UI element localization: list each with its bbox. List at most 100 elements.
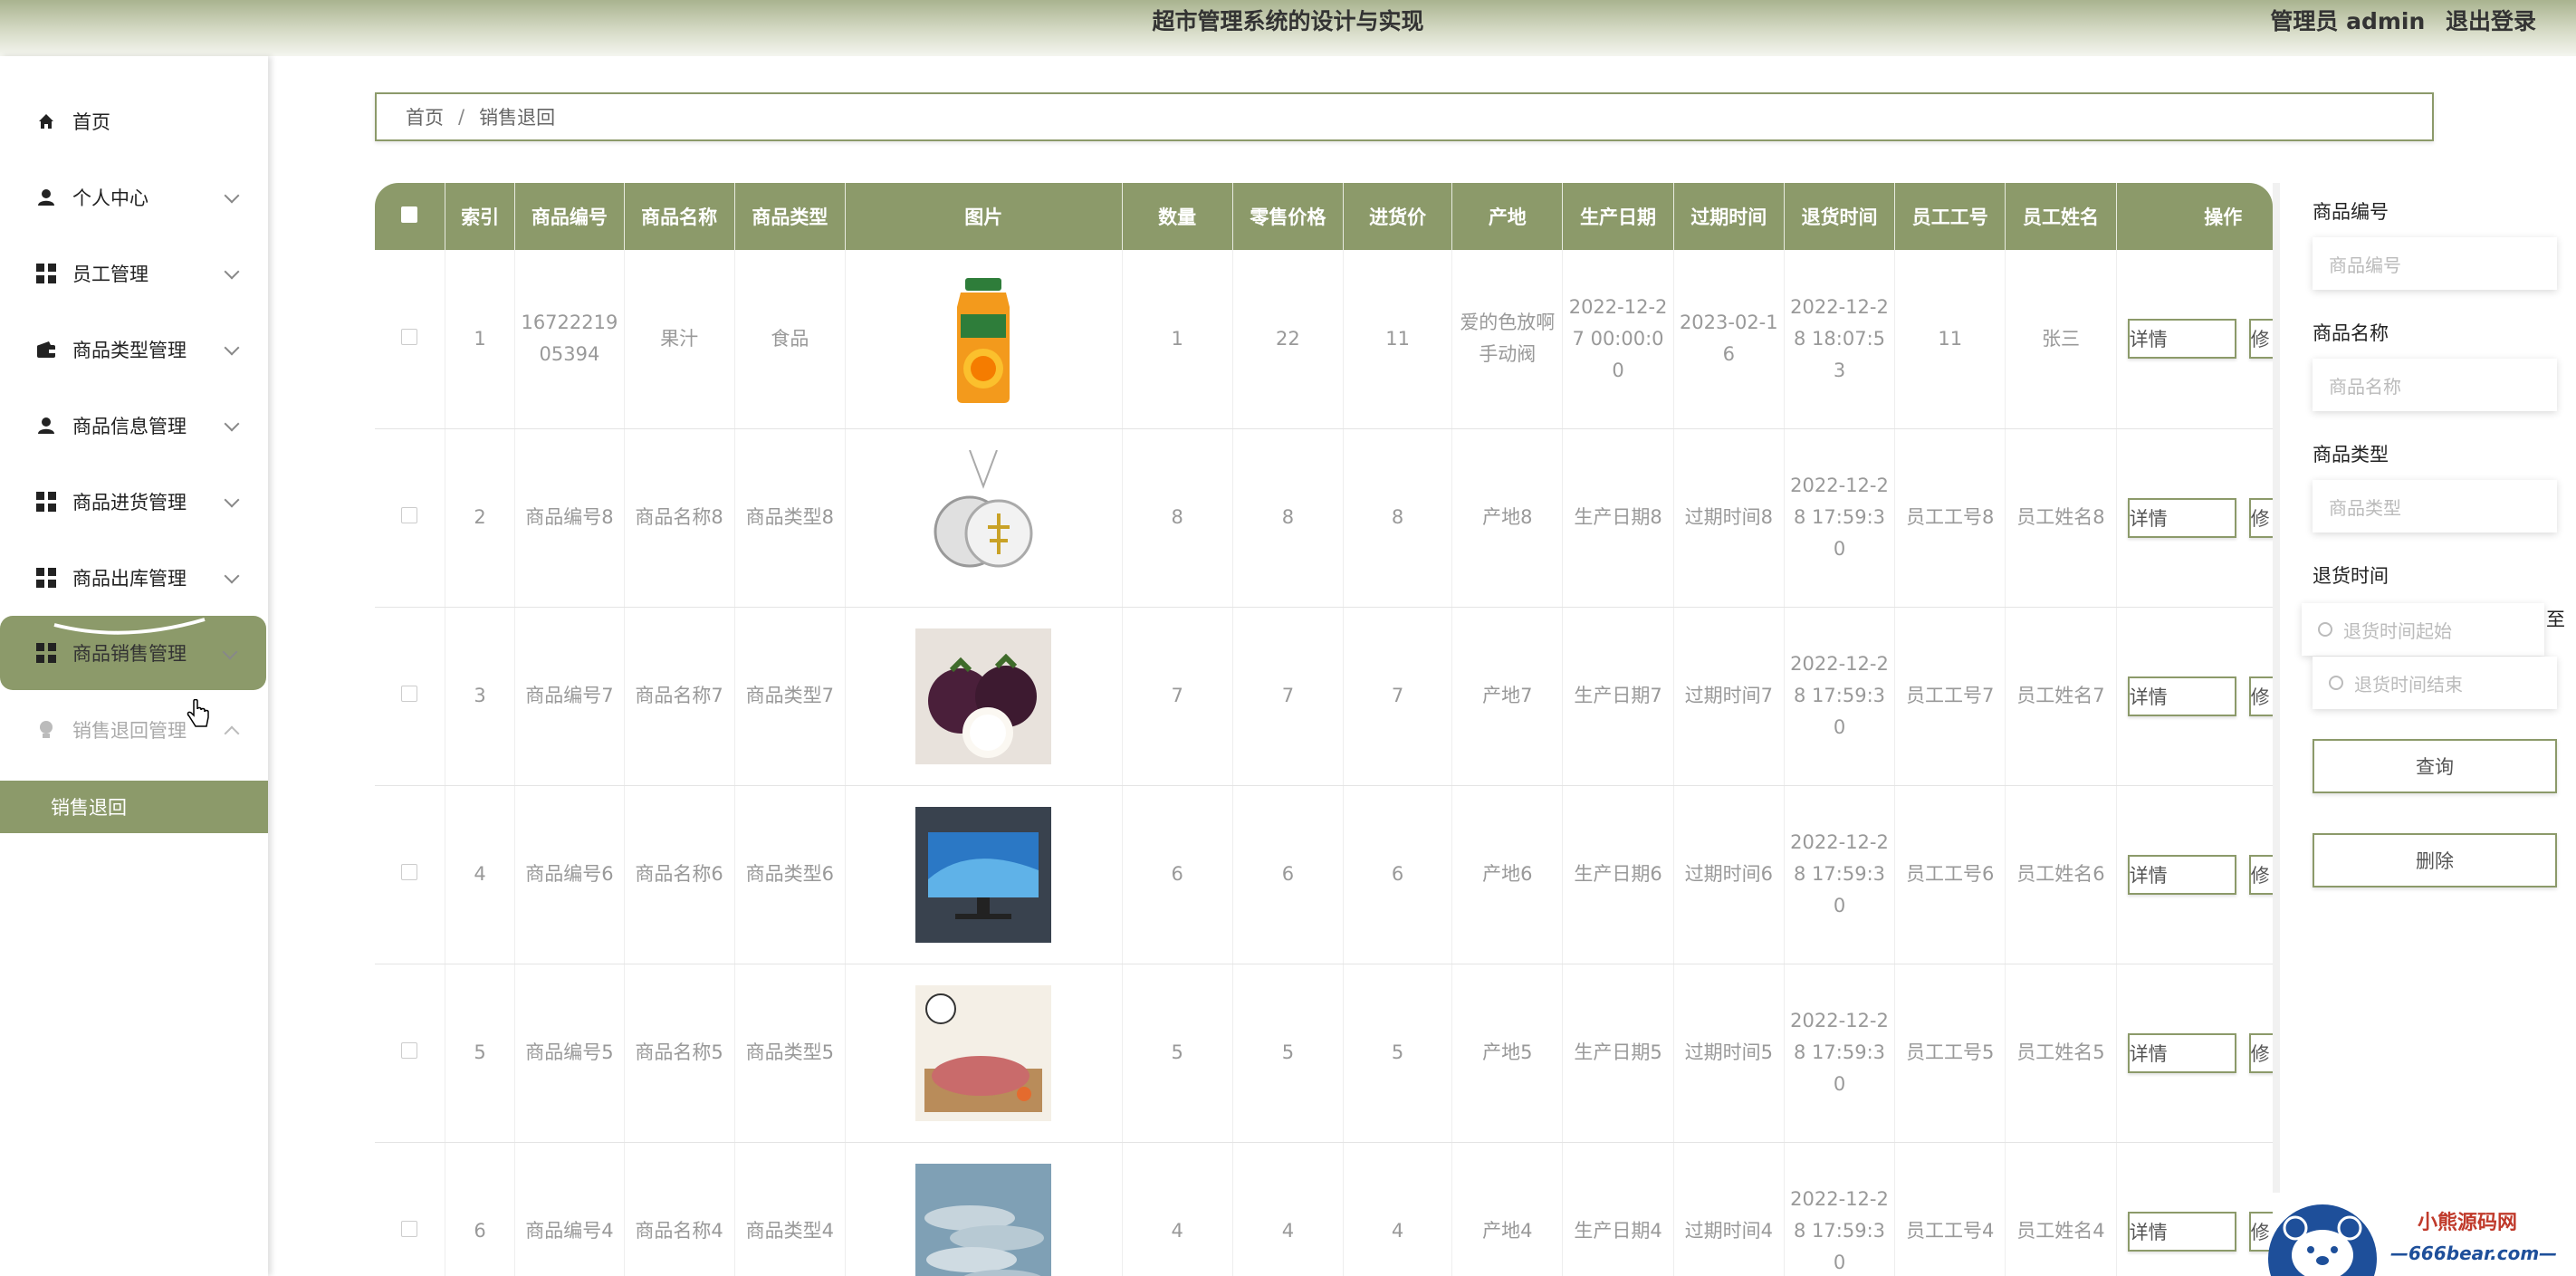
row-checkbox[interactable] xyxy=(401,686,418,702)
product-image xyxy=(851,1163,1116,1276)
type-cell: 商品类型7 xyxy=(734,607,846,786)
code-cell: 商品编号4 xyxy=(514,1142,625,1276)
chevron-down-icon xyxy=(224,340,240,356)
row-checkbox[interactable] xyxy=(401,328,418,345)
edit-button[interactable]: 修 xyxy=(2248,676,2273,716)
sidebar-item-sales-return[interactable]: 销售退回管理 xyxy=(0,692,268,768)
staff-name-cell: 员工姓名6 xyxy=(2005,785,2117,964)
type-filter-input[interactable]: 商品类型 xyxy=(2313,480,2557,532)
sidebar-item-home[interactable]: 首页 xyxy=(0,83,268,159)
query-button[interactable]: 查询 xyxy=(2313,739,2557,793)
person-icon xyxy=(36,416,56,436)
row-checkbox[interactable] xyxy=(401,1042,418,1059)
detail-button[interactable]: 详情 xyxy=(2127,676,2236,716)
data-table: 索引 商品编号 商品名称 商品类型 图片 数量 零售价格 进货价 产地 生产日期… xyxy=(375,183,2273,1276)
sidebar-item-label: 个人中心 xyxy=(72,187,148,209)
return-time-cell: 2022-12-28 17:59:30 xyxy=(1784,1142,1896,1276)
edit-button[interactable]: 修 xyxy=(2248,497,2273,538)
edit-button[interactable]: 修 xyxy=(2248,319,2273,360)
produced-date-cell: 生产日期5 xyxy=(1562,964,1674,1143)
product-image xyxy=(851,628,1116,764)
delete-button[interactable]: 删除 xyxy=(2313,833,2557,887)
hover-highlight-arc xyxy=(53,618,206,635)
breadcrumb-current: 销售退回 xyxy=(479,107,556,129)
row-checkbox[interactable] xyxy=(401,864,418,880)
retail-price-cell: 7 xyxy=(1232,607,1345,786)
sidebar-item-outbound[interactable]: 商品出库管理 xyxy=(0,540,268,616)
row-checkbox[interactable] xyxy=(401,507,418,523)
sidebar-item-product-type[interactable]: 商品类型管理 xyxy=(0,312,268,388)
return-time-cell: 2022-12-28 17:59:30 xyxy=(1784,964,1896,1143)
actions-cell: 详情修 xyxy=(2116,428,2273,608)
code-cell: 商品编号8 xyxy=(514,428,625,608)
submenu-label: 销售退回 xyxy=(51,797,127,819)
date-start-input[interactable]: 退货时间起始 xyxy=(2302,603,2544,656)
retail-price-cell: 5 xyxy=(1232,964,1345,1143)
table-row: 2 商品编号8 商品名称8 商品类型8 8 8 8 产地8 生产日期8 过期时间8 2022-12-… xyxy=(375,428,2273,608)
cost-price-cell: 11 xyxy=(1343,250,1453,429)
name-filter-label: 商品名称 xyxy=(2313,322,2389,344)
date-end-placeholder: 退货时间结束 xyxy=(2354,673,2463,696)
code-cell: 商品编号7 xyxy=(514,607,625,786)
row-select-cell[interactable] xyxy=(375,428,445,608)
person-icon xyxy=(36,187,56,207)
name-cell: 商品名称4 xyxy=(624,1142,735,1276)
edit-button[interactable]: 修 xyxy=(2248,854,2273,895)
quantity-cell: 7 xyxy=(1122,607,1233,786)
row-select-cell[interactable] xyxy=(375,1142,445,1276)
row-checkbox[interactable] xyxy=(401,1221,418,1237)
select-all-header[interactable] xyxy=(375,183,445,250)
sidebar-item-purchase[interactable]: 商品进货管理 xyxy=(0,464,268,540)
code-filter-label: 商品编号 xyxy=(2313,201,2389,223)
sidebar-item-sales[interactable]: 商品销售管理 xyxy=(0,616,266,727)
table-scrollbar[interactable] xyxy=(2273,183,2280,1193)
image-cell xyxy=(845,964,1123,1143)
detail-button[interactable]: 详情 xyxy=(2127,319,2236,360)
row-select-cell[interactable] xyxy=(375,964,445,1143)
date-to-label: 至 xyxy=(2546,609,2565,630)
submenu-sales-return[interactable]: 销售退回 xyxy=(0,781,268,833)
sidebar-item-profile[interactable]: 个人中心 xyxy=(0,159,268,235)
return-time-cell: 2022-12-28 17:59:30 xyxy=(1784,428,1896,608)
actions-cell: 详情修 xyxy=(2116,250,2273,429)
detail-button[interactable]: 详情 xyxy=(2127,854,2236,895)
grid-icon xyxy=(36,568,56,588)
expire-date-cell: 过期时间8 xyxy=(1673,428,1785,608)
type-cell: 食品 xyxy=(734,250,846,429)
breadcrumb: 首页 / 销售退回 xyxy=(375,92,2434,141)
expire-date-cell: 2023-02-16 xyxy=(1673,250,1785,429)
date-end-input[interactable]: 退货时间结束 xyxy=(2313,657,2557,709)
sidebar-item-label: 销售退回管理 xyxy=(72,720,187,742)
detail-button[interactable]: 详情 xyxy=(2127,1032,2236,1073)
table-row: 4 商品编号6 商品名称6 商品类型6 6 6 6 产地6 生产日期6 过期时间6 2022-12-… xyxy=(375,785,2273,964)
row-select-cell[interactable] xyxy=(375,607,445,786)
detail-button[interactable]: 详情 xyxy=(2127,497,2236,538)
chevron-down-icon xyxy=(222,644,238,660)
detail-button[interactable]: 详情 xyxy=(2127,1211,2236,1252)
origin-cell: 产地6 xyxy=(1451,785,1564,964)
sidebar-item-product-info[interactable]: 商品信息管理 xyxy=(0,388,268,464)
row-select-cell[interactable] xyxy=(375,785,445,964)
sidebar-item-label: 商品进货管理 xyxy=(72,492,187,513)
sidebar-item-staff[interactable]: 员工管理 xyxy=(0,235,268,312)
cost-price-cell: 7 xyxy=(1343,607,1453,786)
expire-date-cell: 过期时间7 xyxy=(1673,607,1785,786)
chevron-down-icon xyxy=(224,416,240,432)
clock-icon xyxy=(2318,622,2332,637)
select-all-checkbox[interactable] xyxy=(401,206,418,223)
edit-button[interactable]: 修 xyxy=(2248,1032,2273,1073)
return-time-cell: 2022-12-28 17:59:30 xyxy=(1784,607,1896,786)
staff-name-cell: 员工姓名8 xyxy=(2005,428,2117,608)
staff-name-cell: 员工姓名5 xyxy=(2005,964,2117,1143)
col-header: 商品编号 xyxy=(514,183,625,250)
quantity-cell: 5 xyxy=(1122,964,1233,1143)
name-filter-input[interactable]: 商品名称 xyxy=(2313,359,2557,411)
row-select-cell[interactable] xyxy=(375,250,445,429)
code-filter-input[interactable]: 商品编号 xyxy=(2313,237,2557,290)
cost-price-cell: 5 xyxy=(1343,964,1453,1143)
origin-cell: 产地7 xyxy=(1451,607,1564,786)
breadcrumb-home[interactable]: 首页 xyxy=(406,103,444,130)
type-filter-label: 商品类型 xyxy=(2313,444,2389,465)
col-header: 商品名称 xyxy=(624,183,735,250)
col-header: 图片 xyxy=(845,183,1123,250)
